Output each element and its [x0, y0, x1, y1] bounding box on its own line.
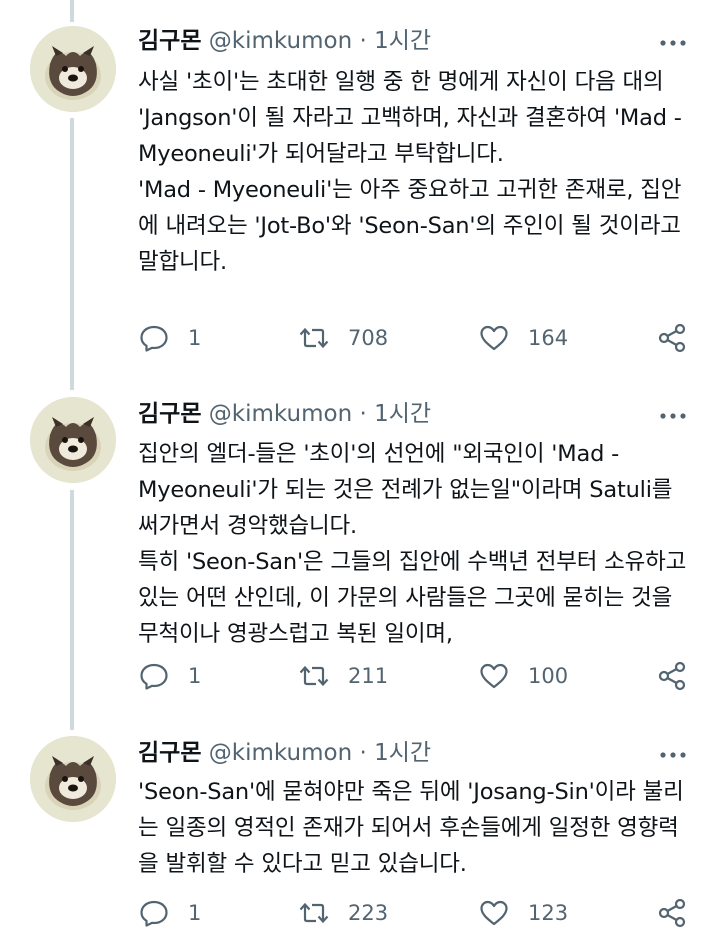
tweet-header: 김구몬 @kimkumon · 1시간 [138, 26, 431, 56]
like-count: 100 [528, 664, 569, 688]
dog-avatar-icon [30, 26, 116, 112]
like-button[interactable]: 100 [478, 656, 568, 696]
tweet-actions: 1 223 123 [138, 893, 698, 933]
avatar[interactable] [30, 26, 116, 112]
share-icon [658, 323, 686, 353]
user-handle[interactable]: @kimkumon [209, 28, 352, 54]
reply-count: 1 [188, 326, 202, 350]
heart-icon [480, 325, 508, 351]
tweet-actions: 1 708 164 [138, 318, 698, 358]
retweet-button[interactable]: 211 [298, 656, 388, 696]
like-count: 164 [528, 326, 569, 350]
more-dots-icon [660, 413, 686, 419]
more-button[interactable] [658, 740, 688, 770]
display-name[interactable]: 김구몬 [138, 28, 201, 54]
reply-count: 1 [188, 901, 202, 925]
retweet-count: 211 [348, 664, 389, 688]
separator-dot: · [359, 401, 367, 427]
heart-icon [480, 663, 508, 689]
like-button[interactable]: 164 [478, 318, 568, 358]
dog-avatar-icon [30, 736, 116, 822]
tweet-text: 'Seon-San'에 묻혀야만 죽은 뒤에 'Josang-Sin'이라 불리… [138, 779, 684, 877]
tweet-text: 사실 '초이'는 초대한 일행 중 한 명에게 자신이 다음 대의 'Jangs… [138, 69, 682, 275]
separator-dot: · [359, 28, 367, 54]
timestamp[interactable]: 1시간 [374, 401, 431, 427]
more-dots-icon [660, 752, 686, 758]
separator-dot: · [359, 740, 367, 766]
speech-bubble-icon [140, 325, 168, 352]
share-button[interactable] [656, 318, 688, 358]
share-button[interactable] [656, 656, 688, 696]
user-handle[interactable]: @kimkumon [209, 740, 352, 766]
tweet[interactable]: 김구몬 @kimkumon · 1시간 'Seon-San'에 묻혀야만 죽은 … [0, 730, 720, 949]
tweet-actions: 1 211 100 [138, 656, 698, 696]
like-count: 123 [528, 901, 569, 925]
avatar[interactable] [30, 736, 116, 822]
retweet-count: 223 [348, 901, 389, 925]
like-button[interactable]: 123 [478, 893, 568, 933]
user-handle[interactable]: @kimkumon [209, 401, 352, 427]
tweet-header: 김구몬 @kimkumon · 1시간 [138, 399, 431, 429]
avatar[interactable] [30, 397, 116, 483]
tweet-text: 집안의 엘더-들은 '초이'의 선언에 "외국인이 'Mad - Myeoneu… [138, 441, 687, 647]
retweet-arrows-icon [299, 665, 329, 687]
retweet-arrows-icon [299, 902, 329, 924]
speech-bubble-icon [140, 900, 168, 927]
reply-button[interactable]: 1 [138, 656, 201, 696]
reply-count: 1 [188, 664, 202, 688]
more-button[interactable] [658, 28, 688, 58]
tweet-header: 김구몬 @kimkumon · 1시간 [138, 738, 431, 768]
reply-button[interactable]: 1 [138, 893, 201, 933]
retweet-arrows-icon [299, 327, 329, 349]
speech-bubble-icon [140, 663, 168, 690]
retweet-count: 708 [348, 326, 389, 350]
display-name[interactable]: 김구몬 [138, 740, 201, 766]
timestamp[interactable]: 1시간 [374, 740, 431, 766]
tweet[interactable]: 김구몬 @kimkumon · 1시간 집안의 엘더-들은 '초이'의 선언에 … [0, 385, 720, 730]
more-button[interactable] [658, 401, 688, 431]
retweet-button[interactable]: 708 [298, 318, 388, 358]
more-dots-icon [660, 40, 686, 46]
share-icon [658, 661, 686, 691]
tweet[interactable]: 김구몬 @kimkumon · 1시간 사실 '초이'는 초대한 일행 중 한 … [0, 0, 720, 385]
heart-icon [480, 900, 508, 926]
reply-button[interactable]: 1 [138, 318, 201, 358]
dog-avatar-icon [30, 397, 116, 483]
share-icon [658, 898, 686, 928]
share-button[interactable] [656, 893, 688, 933]
timestamp[interactable]: 1시간 [374, 28, 431, 54]
display-name[interactable]: 김구몬 [138, 401, 201, 427]
retweet-button[interactable]: 223 [298, 893, 388, 933]
